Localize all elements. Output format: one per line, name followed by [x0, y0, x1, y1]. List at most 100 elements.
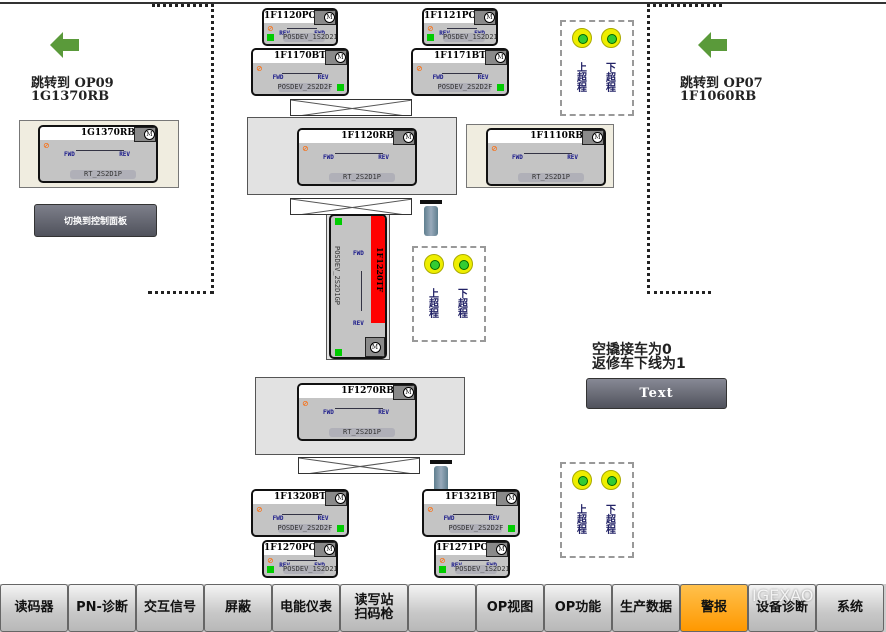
fault-icon: ⊘ — [427, 505, 434, 514]
nav-button[interactable]: 警报 — [680, 584, 748, 632]
device-id: 1F1320BT — [253, 491, 329, 504]
device-type: POSDEV_2S2D1GP — [333, 246, 341, 306]
device-id: 1F1171BT — [413, 50, 489, 63]
nav-button[interactable]: 交互信号 — [136, 584, 204, 632]
crossing-box — [290, 99, 412, 116]
nav-button[interactable]: OP视图 — [476, 584, 544, 632]
device-card[interactable]: 1F1121PO M ⊘ REV FWD POSDEV_1S2D2I — [422, 8, 498, 46]
watermark: IGEXAO — [752, 586, 814, 605]
fault-icon: ⊘ — [43, 141, 50, 150]
rev-label: REV — [317, 515, 329, 522]
fault-icon: ⊘ — [256, 505, 263, 514]
fault-icon: ⊘ — [427, 24, 434, 33]
status-ok-indicator — [335, 349, 342, 356]
nav-button[interactable]: PN-诊断 — [68, 584, 136, 632]
device-id: 1F1321BT — [424, 491, 500, 504]
direction-arrow-icon — [282, 73, 322, 74]
rev-label: REV — [378, 154, 390, 161]
device-type: POSDEV_2S2D2F — [277, 83, 333, 92]
back-arrow-icon[interactable] — [50, 32, 80, 58]
device-type: POSDEV_2S2D2F — [448, 524, 504, 533]
text-button[interactable]: Text — [586, 378, 727, 409]
device-card[interactable]: 1G1370RB M ⊘ FWD REV RT_2S2D1P — [38, 125, 158, 183]
fwd-label: FWD — [323, 154, 334, 161]
status-ok-indicator — [337, 525, 344, 532]
down-overtravel-lamp — [601, 28, 621, 48]
motor-icon: M — [592, 132, 603, 143]
down-overtravel-label: 下超程 — [606, 505, 616, 536]
down-overtravel-lamp — [601, 470, 621, 490]
direction-arrow-icon — [458, 560, 490, 561]
status-ok-indicator — [267, 566, 274, 573]
rev-label: REV — [567, 154, 579, 161]
back-arrow-icon[interactable] — [698, 32, 728, 58]
motor-icon: M — [506, 493, 517, 504]
motor-icon: M — [495, 52, 506, 63]
switch-control-panel-button[interactable]: 切换到控制面板 — [34, 204, 157, 237]
direction-arrow-icon — [335, 408, 383, 409]
device-card[interactable]: 1F1170BT M ⊘ FWD REV POSDEV_2S2D2F — [251, 48, 349, 96]
nav-button[interactable]: 电能仪表 — [272, 584, 340, 632]
dotted-divider — [148, 291, 214, 294]
device-id: 1F1220TF — [371, 216, 385, 323]
device-card[interactable]: 1F1120PO M ⊘ REV FWD POSDEV_1S2D2I — [262, 8, 338, 46]
rev-label: REV — [353, 320, 364, 327]
nav-button[interactable]: OP功能 — [544, 584, 612, 632]
overtravel-legend: 上超程 下超程 — [560, 20, 634, 116]
rev-label: REV — [477, 74, 489, 81]
device-type: POSDEV_1S2D2I — [283, 565, 338, 574]
nav-button[interactable] — [408, 584, 476, 632]
device-id: 1G1370RB — [40, 127, 138, 140]
direction-arrow-icon — [286, 560, 318, 561]
status-note: 空撬接车为0 返修车下线为1 — [592, 342, 686, 372]
motor-icon: M — [335, 52, 346, 63]
overtravel-legend: 上超程 下超程 — [560, 462, 634, 558]
device-type: POSDEV_1S2D2I — [443, 33, 498, 42]
nav-button[interactable]: 读写站 扫码枪 — [340, 584, 408, 632]
nav-button[interactable]: 读码器 — [0, 584, 68, 632]
direction-arrow-icon — [446, 28, 478, 29]
device-type: RT_2S2D1P — [329, 428, 395, 437]
motor-icon: M — [403, 132, 414, 143]
fault-icon: ⊘ — [256, 64, 263, 73]
dotted-divider — [647, 4, 650, 294]
fault-icon: ⊘ — [302, 399, 309, 408]
nav-button[interactable]: 生产数据 — [612, 584, 680, 632]
device-type: POSDEV_2S2D2F — [277, 524, 333, 533]
device-id: 1F1270PO — [264, 542, 318, 555]
fault-icon: ⊘ — [491, 144, 498, 153]
device-card[interactable]: 1F1321BT M ⊘ FWD REV POSDEV_2S2D2F — [422, 489, 520, 537]
dotted-divider — [647, 291, 711, 294]
fwd-label: FWD — [272, 74, 284, 81]
fault-icon: ⊘ — [439, 556, 446, 565]
up-overtravel-lamp — [572, 470, 592, 490]
device-card[interactable]: 1F1271PO M ⊘ REV FWD POSDEV_1S2D2I — [434, 540, 510, 578]
device-type: RT_2S2D1P — [329, 173, 395, 182]
device-card[interactable]: 1F1270PO M ⊘ REV FWD POSDEV_1S2D2I — [262, 540, 338, 578]
dotted-divider — [647, 4, 722, 7]
rev-label: REV — [488, 515, 500, 522]
jump-label-op07[interactable]: 跳转到 OP07 1F1060RB — [680, 77, 763, 103]
fault-icon: ⊘ — [302, 144, 309, 153]
jump-label-op09[interactable]: 跳转到 OP09 1G1370RB — [31, 77, 114, 103]
device-id: 1F1110RB — [488, 130, 586, 143]
device-card[interactable]: 1F1120RB M ⊘ FWD REV RT_2S2D1P — [297, 128, 417, 186]
up-overtravel-label: 上超程 — [577, 63, 587, 94]
status-ok-indicator — [497, 84, 504, 91]
down-overtravel-label: 下超程 — [606, 63, 616, 94]
fwd-label: FWD — [272, 515, 284, 522]
device-card[interactable]: 1F1320BT M ⊘ FWD REV POSDEV_2S2D2F — [251, 489, 349, 537]
overtravel-legend: 上超程 下超程 — [412, 246, 486, 342]
nav-button[interactable]: 系统 — [816, 584, 884, 632]
device-card[interactable]: 1F1270RB M ⊘ FWD REV RT_2S2D1P — [297, 383, 417, 441]
nav-button[interactable]: 屏蔽 — [204, 584, 272, 632]
device-card[interactable]: 1F1171BT M ⊘ FWD REV POSDEV_2S2D2F — [411, 48, 509, 96]
motor-icon: M — [496, 544, 507, 555]
top-border — [0, 2, 886, 4]
motor-icon: M — [484, 12, 495, 23]
crossing-box — [290, 198, 412, 215]
status-ok-indicator — [508, 525, 515, 532]
device-card[interactable]: 1F1220TF POSDEV_2S2D1GP FWD REV M — [329, 214, 387, 359]
device-card[interactable]: 1F1110RB M ⊘ FWD REV RT_2S2D1P — [486, 128, 606, 186]
fwd-label: FWD — [64, 151, 75, 158]
